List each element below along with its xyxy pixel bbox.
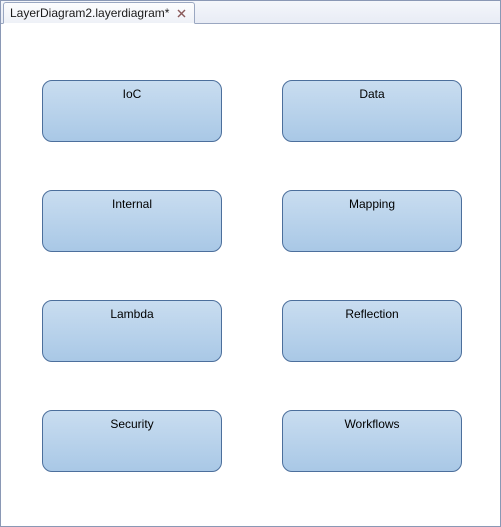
- diagram-canvas[interactable]: IoC Data Internal Mapping Lambda Reflect…: [2, 24, 499, 525]
- layer-node-lambda[interactable]: Lambda: [42, 300, 222, 362]
- layer-node-label: Reflection: [345, 307, 398, 321]
- layer-node-data[interactable]: Data: [282, 80, 462, 142]
- layer-node-label: Lambda: [110, 307, 153, 321]
- layer-node-ioc[interactable]: IoC: [42, 80, 222, 142]
- layer-node-label: Mapping: [349, 197, 395, 211]
- layer-node-reflection[interactable]: Reflection: [282, 300, 462, 362]
- layer-node-workflows[interactable]: Workflows: [282, 410, 462, 472]
- editor-window: LayerDiagram2.layerdiagram* IoC Data Int…: [0, 0, 501, 527]
- layer-node-label: Security: [110, 417, 153, 431]
- layer-node-label: Workflows: [344, 417, 399, 431]
- layer-node-label: IoC: [123, 87, 142, 101]
- tab-bar: LayerDiagram2.layerdiagram*: [1, 1, 500, 24]
- layer-node-label: Internal: [112, 197, 152, 211]
- document-tab-label: LayerDiagram2.layerdiagram*: [10, 6, 169, 20]
- layer-node-label: Data: [359, 87, 384, 101]
- layer-node-mapping[interactable]: Mapping: [282, 190, 462, 252]
- layer-node-security[interactable]: Security: [42, 410, 222, 472]
- layer-node-internal[interactable]: Internal: [42, 190, 222, 252]
- document-tab[interactable]: LayerDiagram2.layerdiagram*: [3, 2, 195, 24]
- close-icon[interactable]: [175, 7, 188, 20]
